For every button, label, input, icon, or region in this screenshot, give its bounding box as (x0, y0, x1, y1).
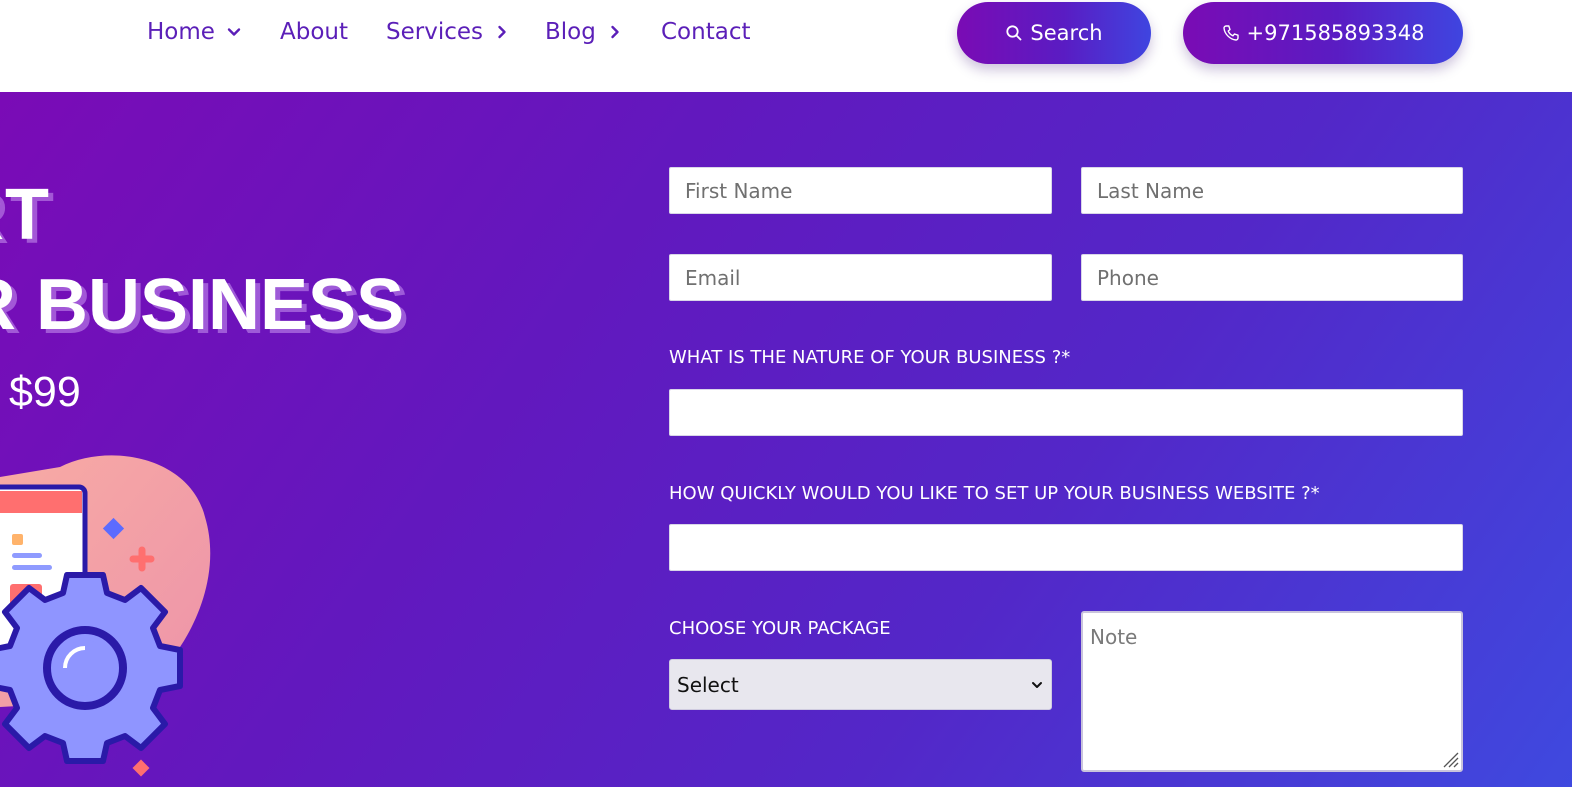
nav-item-label: Services (386, 19, 483, 45)
package-select[interactable]: Select (669, 659, 1052, 710)
setup-speed-label: HOW QUICKLY WOULD YOU LIKE TO SET UP YOU… (669, 483, 1320, 504)
business-nature-label: WHAT IS THE NATURE OF YOUR BUSINESS ?* (669, 347, 1071, 368)
nav-item-label: Blog (545, 19, 596, 45)
hero-headline-line-1: RT (0, 175, 50, 255)
phone-field[interactable] (1081, 254, 1463, 301)
nav-item-about[interactable]: About (280, 17, 348, 47)
note-textarea[interactable] (1081, 611, 1463, 772)
search-icon (1005, 24, 1023, 42)
package-label: CHOOSE YOUR PACKAGE (669, 618, 891, 639)
search-button[interactable]: Search (957, 2, 1151, 64)
nav-item-contact[interactable]: Contact (661, 17, 750, 47)
setup-speed-field[interactable] (669, 524, 1463, 571)
chevron-down-icon (227, 25, 241, 39)
hero-headline-line-2: R BUSINESS (0, 265, 405, 345)
business-nature-field[interactable] (669, 389, 1463, 436)
nav-item-blog[interactable]: Blog (545, 17, 622, 47)
search-button-label: Search (1030, 21, 1103, 45)
email-field[interactable] (669, 254, 1052, 301)
last-name-field[interactable] (1081, 167, 1463, 214)
phone-button[interactable]: +971585893348 (1183, 2, 1463, 64)
nav-item-home[interactable]: Home (147, 17, 241, 47)
nav-item-services[interactable]: Services (386, 17, 509, 47)
chevron-right-icon (495, 25, 509, 39)
chevron-down-icon (1031, 679, 1043, 691)
phone-button-label: +971585893348 (1246, 21, 1425, 45)
hero-section: RT R BUSINESS $99 WHAT IS THE NATURE (0, 92, 1572, 787)
phone-icon (1222, 24, 1240, 42)
chevron-right-icon (608, 25, 622, 39)
hero-price: $99 (9, 368, 81, 416)
site-header: Home About Services Blog Contact Search … (0, 0, 1572, 92)
first-name-field[interactable] (669, 167, 1052, 214)
nav-item-label: Home (147, 19, 215, 45)
nav-item-label: About (280, 19, 349, 45)
package-select-value: Select (677, 672, 739, 697)
nav-item-label: Contact (661, 19, 751, 45)
settings-illustration (0, 455, 211, 777)
